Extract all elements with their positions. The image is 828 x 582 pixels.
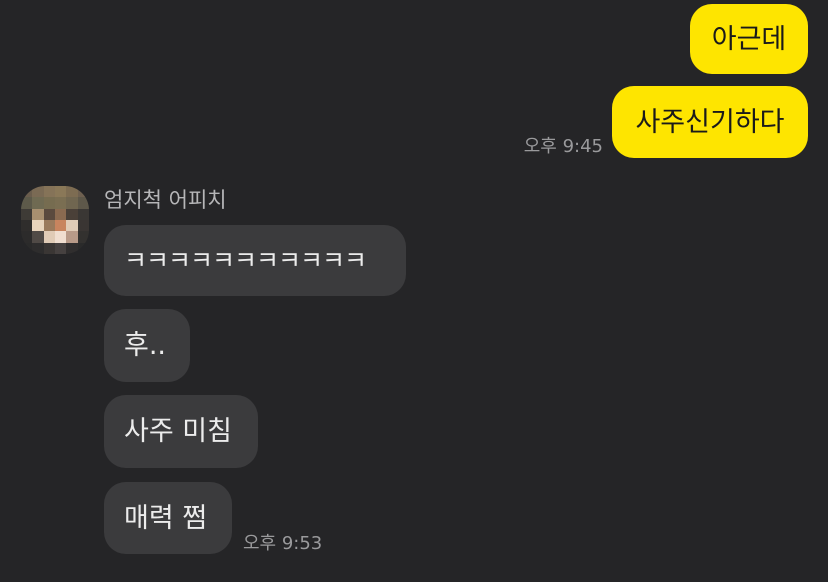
message-text: 후.. [124, 330, 167, 361]
message-timestamp: 오후 9:45 [523, 136, 603, 157]
outgoing-message[interactable]: 아근데 [690, 4, 808, 74]
message-text: ㅋㅋㅋㅋㅋㅋㅋㅋㅋㅋㅋ [124, 246, 367, 275]
incoming-message[interactable]: 사주 미침 [104, 395, 258, 468]
outgoing-message[interactable]: 사주신기하다 [612, 86, 808, 158]
message-text: 아근데 [711, 23, 787, 55]
message-text: 매력 쩜 [124, 502, 208, 534]
incoming-message[interactable]: 매력 쩜 [104, 482, 232, 554]
sender-avatar[interactable] [21, 186, 89, 254]
sender-name: 엄지척 어피치 [104, 188, 227, 212]
incoming-message[interactable]: ㅋㅋㅋㅋㅋㅋㅋㅋㅋㅋㅋ [104, 225, 406, 296]
message-text: 사주신기하다 [635, 106, 785, 138]
message-timestamp: 오후 9:53 [243, 533, 323, 554]
message-text: 사주 미침 [124, 416, 232, 447]
incoming-message[interactable]: 후.. [104, 309, 190, 382]
